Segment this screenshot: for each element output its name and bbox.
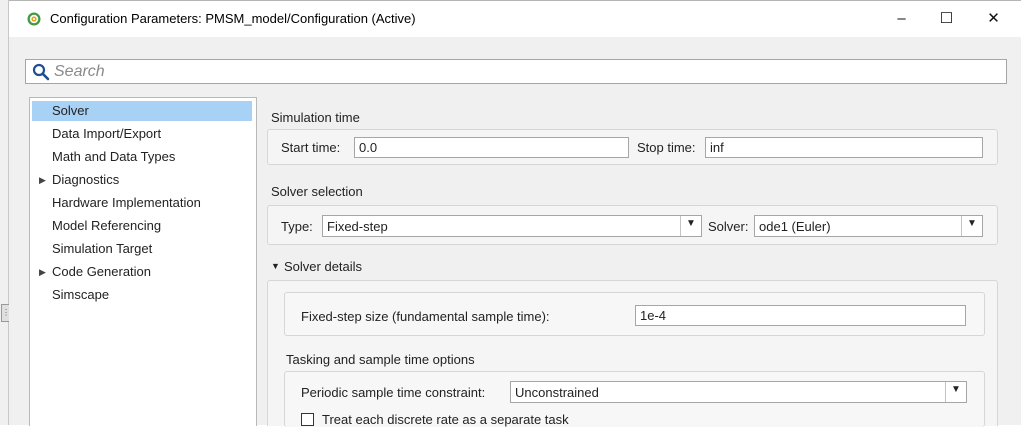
sidebar-item-label: Code Generation — [52, 264, 152, 279]
simulation-time-heading: Simulation time — [271, 110, 360, 125]
sidebar-item-label: Math and Data Types — [52, 149, 176, 164]
sample-time-constraint-dropdown[interactable]: Unconstrained ▼ — [510, 381, 967, 403]
simulation-time-group: Start time: Stop time: — [267, 129, 998, 165]
sidebar-item-model-referencing[interactable]: Model Referencing — [32, 216, 252, 236]
solver-type-value: Fixed-step — [327, 219, 388, 234]
minimize-button[interactable]: – — [879, 1, 924, 37]
solver-details-group: Fixed-step size (fundamental sample time… — [267, 280, 998, 427]
solver-selection-group: Type: Fixed-step ▼ Solver: ode1 (Euler) … — [267, 205, 998, 245]
gear-cog-icon — [27, 12, 41, 26]
solver-value: ode1 (Euler) — [759, 219, 831, 234]
sidebar-item-label: Simscape — [52, 287, 110, 302]
expand-arrow-icon[interactable]: ▶ — [39, 262, 46, 282]
search-icon — [32, 63, 50, 81]
search-box[interactable] — [25, 59, 1007, 84]
sidebar-item-label: Solver — [52, 103, 89, 118]
sidebar-item-math-and-data-types[interactable]: Math and Data Types — [32, 147, 252, 167]
window-title: Configuration Parameters: PMSM_model/Con… — [50, 11, 416, 26]
solver-details-heading[interactable]: Solver details — [284, 259, 362, 274]
dropdown-arrow-button[interactable]: ▼ — [945, 382, 966, 402]
expand-arrow-icon[interactable]: ▶ — [39, 170, 46, 190]
solver-selection-heading: Solver selection — [271, 184, 363, 199]
solver-dropdown[interactable]: ode1 (Euler) ▼ — [754, 215, 983, 237]
stop-time-input[interactable] — [705, 137, 983, 158]
sidebar-item-diagnostics[interactable]: ▶ Diagnostics — [32, 170, 252, 190]
search-input[interactable] — [54, 61, 994, 82]
step-size-group: Fixed-step size (fundamental sample time… — [284, 292, 985, 336]
sidebar-item-hardware-implementation[interactable]: Hardware Implementation — [32, 193, 252, 213]
start-time-input[interactable] — [354, 137, 629, 158]
tasking-options-heading: Tasking and sample time options — [286, 352, 475, 367]
stop-time-label: Stop time: — [637, 140, 696, 155]
sidebar-item-label: Simulation Target — [52, 241, 153, 256]
solver-type-label: Type: — [281, 219, 313, 234]
step-size-label: Fixed-step size (fundamental sample time… — [301, 309, 550, 324]
dropdown-arrow-button[interactable]: ▼ — [680, 216, 701, 236]
sample-time-constraint-value: Unconstrained — [515, 385, 599, 400]
sidebar-item-label: Diagnostics — [52, 172, 120, 187]
configuration-parameters-dialog: Configuration Parameters: PMSM_model/Con… — [9, 0, 1021, 427]
chevron-down-icon: ▼ — [951, 384, 961, 395]
tasking-options-group: Periodic sample time constraint: Unconst… — [284, 371, 985, 427]
sidebar-item-code-generation[interactable]: ▶ Code Generation — [32, 262, 252, 282]
dropdown-arrow-button[interactable]: ▼ — [961, 216, 982, 236]
title-bar[interactable]: Configuration Parameters: PMSM_model/Con… — [9, 1, 1021, 37]
category-tree: Solver Data Import/Export Math and Data … — [29, 97, 257, 426]
chevron-down-icon: ▼ — [967, 218, 977, 229]
sidebar-item-label: Hardware Implementation — [52, 195, 201, 210]
sidebar-item-label: Model Referencing — [52, 218, 162, 233]
background-window-edge — [0, 0, 9, 425]
sidebar-item-label: Data Import/Export — [52, 126, 162, 141]
sidebar-item-data-import-export[interactable]: Data Import/Export — [32, 124, 252, 144]
solver-type-dropdown[interactable]: Fixed-step ▼ — [322, 215, 702, 237]
start-time-label: Start time: — [281, 140, 341, 155]
close-button[interactable]: ✕ — [971, 1, 1016, 37]
sidebar-item-simulation-target[interactable]: Simulation Target — [32, 239, 252, 259]
solver-label: Solver: — [708, 219, 749, 234]
sample-time-constraint-label: Periodic sample time constraint: — [301, 385, 486, 400]
step-size-input[interactable] — [635, 305, 966, 326]
maximize-button[interactable]: ☐ — [924, 1, 969, 37]
treat-discrete-rate-checkbox[interactable] — [301, 413, 314, 426]
sidebar-item-solver[interactable]: Solver — [32, 101, 252, 121]
collapse-arrow-icon[interactable]: ▼ — [271, 261, 280, 271]
sidebar-item-simscape[interactable]: Simscape — [32, 285, 252, 305]
chevron-down-icon: ▼ — [686, 218, 696, 229]
